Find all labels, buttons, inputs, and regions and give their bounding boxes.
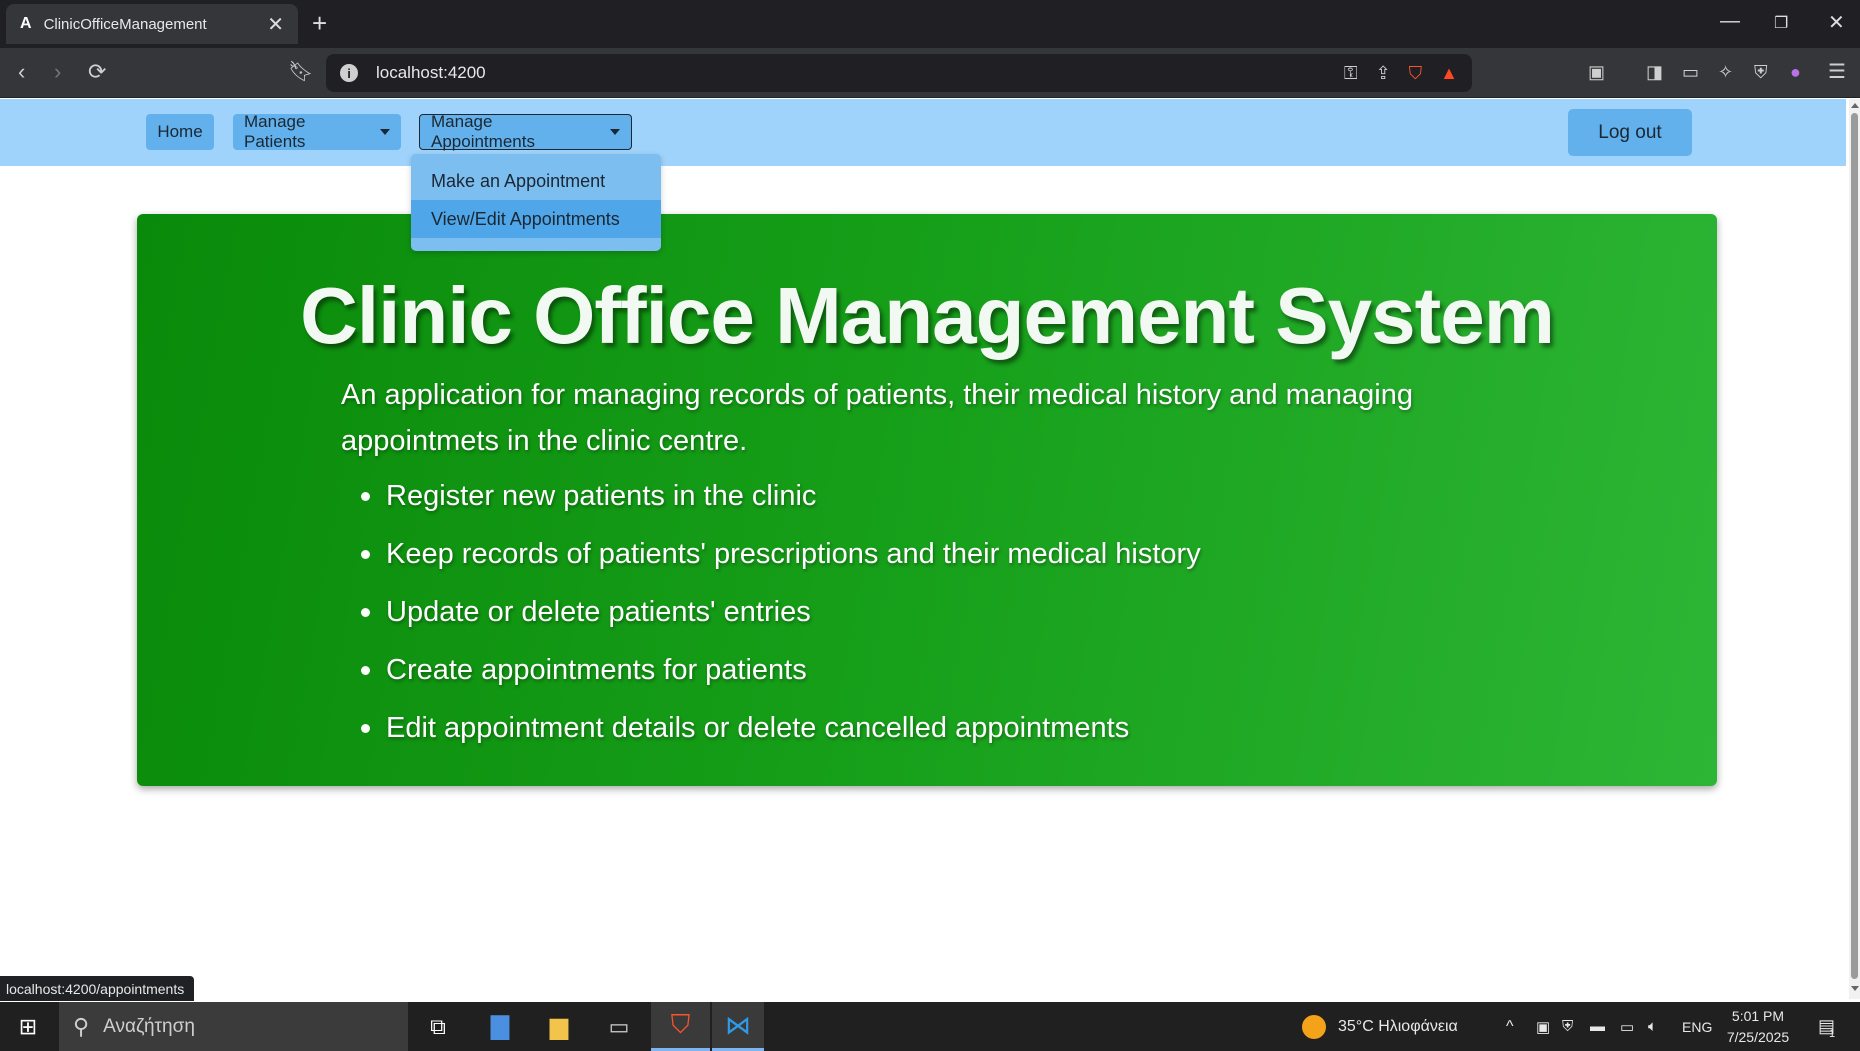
caret-down-icon: [380, 129, 390, 135]
bullet-icon: [361, 665, 370, 675]
address-bar[interactable]: i localhost:4200 ⚿ ⇪ ⛉ ▲: [326, 54, 1472, 92]
feature-list: Register new patients in the clinic Keep…: [361, 467, 1201, 757]
list-item: Create appointments for patients: [361, 641, 1201, 699]
share-icon[interactable]: ⇪: [1376, 63, 1391, 84]
bullet-icon: [361, 549, 370, 559]
manage-patients-label: Manage Patients: [244, 112, 306, 151]
restore-icon[interactable]: ❐: [1774, 13, 1788, 33]
scroll-down-icon[interactable]: [1851, 986, 1859, 991]
clock-date: 7/25/2025: [1726, 1029, 1790, 1045]
bullet-icon: [361, 723, 370, 733]
list-item: Keep records of patients' prescriptions …: [361, 525, 1201, 583]
list-item: Update or delete patients' entries: [361, 583, 1201, 641]
home-button[interactable]: Home: [146, 114, 214, 150]
show-hidden-icons-icon[interactable]: ^: [1506, 1002, 1514, 1051]
search-placeholder: Αναζήτηση: [103, 1015, 195, 1037]
clock[interactable]: 5:01 PM 7/25/2025: [1718, 1006, 1798, 1048]
new-tab-button[interactable]: +: [312, 8, 327, 39]
notification-count: 1: [1829, 1027, 1836, 1040]
scroll-up-icon[interactable]: [1851, 103, 1859, 108]
view-edit-appointments-item[interactable]: View/Edit Appointments: [411, 200, 661, 238]
leo-ai-icon[interactable]: ✧: [1718, 60, 1733, 84]
vscode-icon[interactable]: ⋈: [712, 1002, 764, 1051]
app-navbar: Home Manage Patients Manage Appointments…: [0, 99, 1846, 166]
meet-icon[interactable]: ▣: [1536, 1002, 1550, 1051]
page-scrollbar[interactable]: [1849, 99, 1860, 999]
notifications-icon[interactable]: ▤ 1: [1818, 1002, 1835, 1051]
key-icon[interactable]: ⚿: [1344, 63, 1358, 84]
network-icon[interactable]: ▭: [1620, 1002, 1634, 1051]
search-icon: ⚲: [73, 1013, 90, 1039]
page-title: Clinic Office Management System: [300, 271, 1555, 360]
browser-tab[interactable]: A ClinicOfficeManagement ✕: [6, 4, 298, 44]
manage-patients-dropdown[interactable]: Manage Patients: [233, 112, 401, 151]
brave-shields-icon[interactable]: ⛉: [1409, 63, 1423, 84]
scroll-thumb[interactable]: [1851, 113, 1858, 979]
caret-down-icon: [610, 129, 620, 135]
sidebar-icon[interactable]: ◨: [1646, 60, 1663, 84]
windows-taskbar: ⊞ ⚲ Αναζήτηση ⧉ ▇ ▆ ▭ ⛉ ⋈ 35°C Ηλιοφάνει…: [0, 1002, 1860, 1051]
status-url-bubble: localhost:4200/appointments: [0, 976, 195, 1001]
volume-icon[interactable]: 🔈︎: [1648, 1002, 1657, 1051]
app-description: An application for managing records of p…: [341, 379, 1413, 457]
taskbar-search[interactable]: ⚲ Αναζήτηση: [59, 1002, 408, 1051]
minimize-icon[interactable]: —: [1720, 10, 1740, 33]
task-view-icon[interactable]: ⧉: [414, 1002, 462, 1051]
manage-appointments-label: Manage Appointments: [431, 112, 535, 151]
browser-tab-bar: A ClinicOfficeManagement ✕ + — ❐ ✕: [0, 0, 1860, 48]
bullet-icon: [361, 607, 370, 617]
wallet-icon[interactable]: ▭: [1682, 60, 1699, 84]
tab-title: ClinicOfficeManagement: [43, 15, 207, 33]
close-tab-icon[interactable]: ✕: [267, 12, 284, 37]
url-text[interactable]: localhost:4200: [376, 63, 1326, 83]
weather-text: 35°C Ηλιοφάνεια: [1338, 1017, 1458, 1035]
brave-browser-icon[interactable]: ⛉: [651, 1002, 710, 1051]
manage-appointments-dropdown[interactable]: Manage Appointments: [419, 112, 632, 151]
file-explorer-icon[interactable]: ▆: [535, 1002, 583, 1051]
home-label: Home: [157, 122, 203, 141]
bullet-icon: [361, 491, 370, 501]
windows-start-icon[interactable]: ⊞: [0, 1002, 56, 1051]
close-window-icon[interactable]: ✕: [1828, 10, 1845, 35]
terminal-icon[interactable]: ▭: [595, 1002, 643, 1051]
clock-time: 5:01 PM: [1731, 1008, 1785, 1024]
reload-icon[interactable]: ⟳: [88, 60, 106, 84]
back-icon[interactable]: ‹: [18, 60, 25, 84]
language-indicator[interactable]: ENG: [1682, 1002, 1712, 1051]
appointments-dropdown-menu: Make an Appointment View/Edit Appointmen…: [411, 154, 661, 251]
weather-widget[interactable]: 35°C Ηλιοφάνεια: [1302, 1002, 1458, 1051]
list-item: Edit appointment details or delete cance…: [361, 699, 1201, 757]
site-info-icon[interactable]: i: [340, 64, 358, 82]
brave-rewards-icon[interactable]: ▲: [1440, 63, 1458, 84]
profile-icon[interactable]: ●: [1790, 60, 1801, 84]
list-item: Register new patients in the clinic: [361, 467, 1201, 525]
vpn-icon[interactable]: ⛨: [1754, 60, 1768, 84]
logout-button[interactable]: Log out: [1568, 109, 1692, 156]
bookmark-icon[interactable]: 🔖︎: [288, 60, 313, 84]
document-app-icon[interactable]: ▇: [476, 1002, 524, 1051]
angular-favicon-icon: A: [20, 15, 32, 32]
security-icon[interactable]: ⛨: [1562, 1002, 1573, 1051]
logout-label: Log out: [1598, 121, 1662, 143]
sun-icon: [1302, 1014, 1326, 1039]
make-appointment-item[interactable]: Make an Appointment: [411, 162, 661, 200]
browser-toolbar: ‹ › ⟳ 🔖︎ i localhost:4200 ⚿ ⇪ ⛉ ▲ ▣ ◨ ▭ …: [0, 48, 1860, 98]
reader-mode-icon[interactable]: ▣: [1588, 60, 1605, 84]
menu-icon[interactable]: ☰: [1828, 60, 1846, 84]
battery-icon[interactable]: ▬: [1590, 1002, 1605, 1051]
hero-card: Clinic Office Management System An appli…: [137, 214, 1717, 786]
forward-icon[interactable]: ›: [54, 60, 61, 84]
